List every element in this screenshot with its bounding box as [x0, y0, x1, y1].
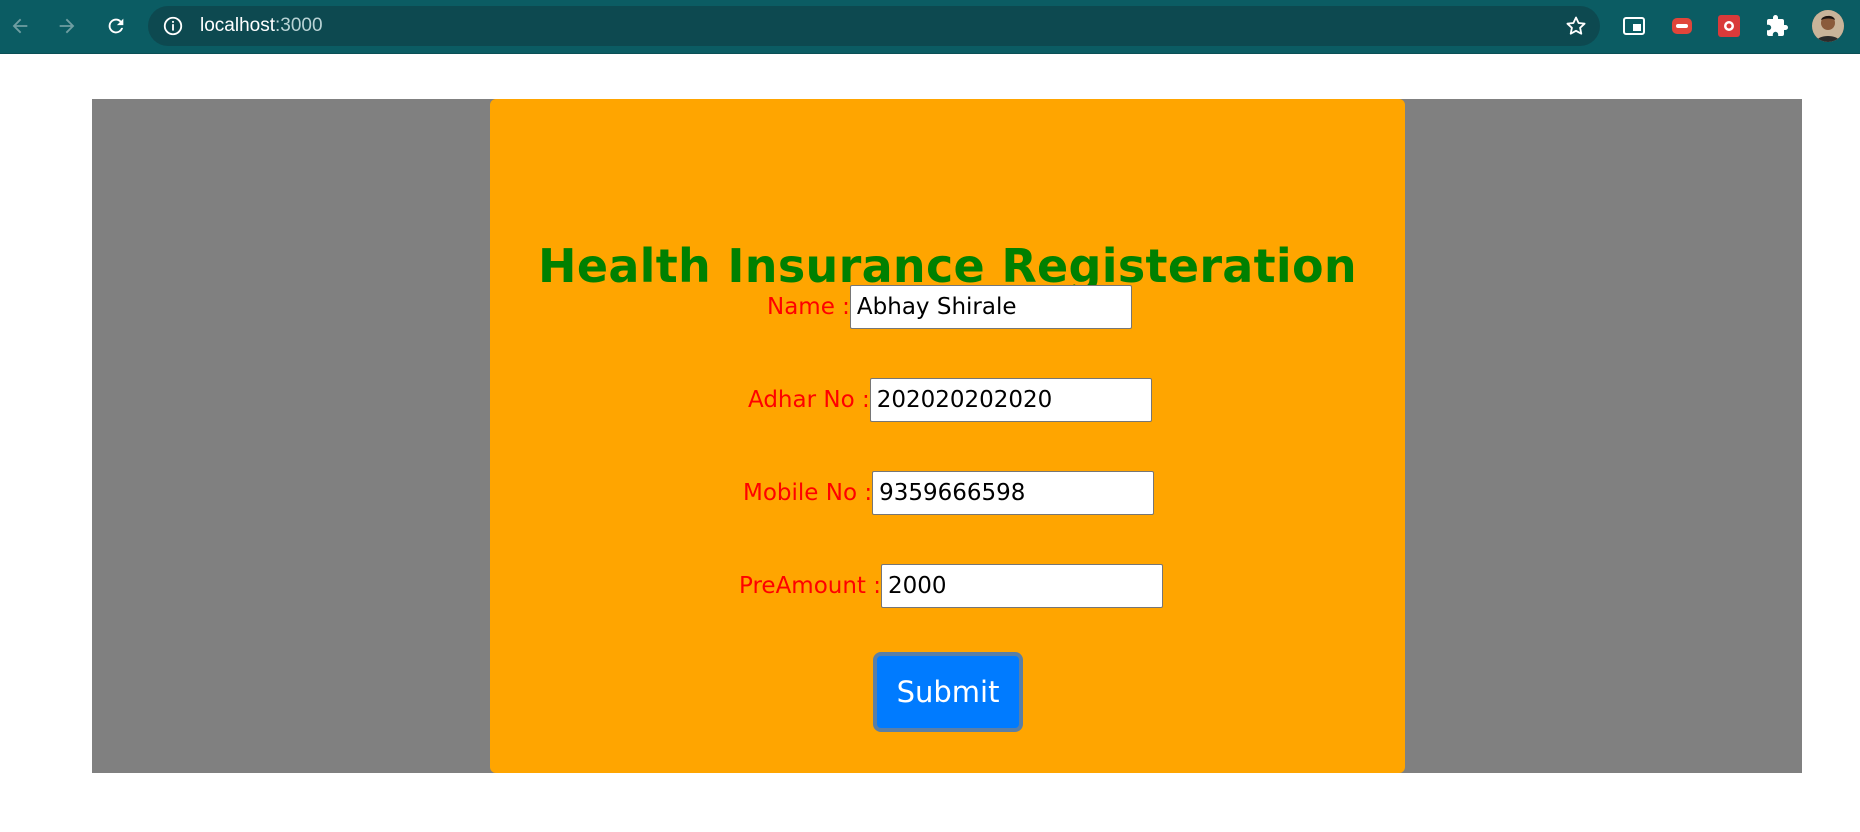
info-icon[interactable]	[162, 15, 184, 37]
reload-button[interactable]	[99, 9, 133, 43]
avatar-icon	[1812, 10, 1844, 42]
url-host: localhost	[200, 15, 275, 36]
submit-button[interactable]: Submit	[873, 652, 1023, 732]
profile-avatar[interactable]	[1812, 10, 1844, 42]
registration-card: Health Insurance Registeration Name : Ad…	[490, 99, 1405, 773]
mobile-row: Mobile No :	[743, 471, 1155, 515]
browser-toolbar: localhost:3000	[0, 0, 1860, 54]
preamount-field[interactable]	[881, 564, 1164, 608]
adhar-row: Adhar No :	[748, 378, 1152, 422]
extension-red-icon	[1672, 18, 1692, 34]
puzzle-icon	[1767, 15, 1788, 36]
back-arrow-icon	[12, 18, 28, 34]
side-panel-icon	[1623, 17, 1645, 35]
forward-button[interactable]	[50, 9, 84, 43]
forward-arrow-icon	[59, 18, 75, 34]
mobile-field[interactable]	[872, 471, 1155, 515]
reload-icon	[108, 18, 124, 34]
preamount-label: PreAmount :	[739, 573, 882, 599]
mobile-label: Mobile No :	[743, 480, 873, 506]
name-field[interactable]	[849, 285, 1132, 329]
back-button[interactable]	[3, 9, 37, 43]
extensions-button[interactable]	[1764, 13, 1790, 39]
url-text[interactable]: localhost:3000	[200, 6, 323, 46]
address-bar[interactable]: localhost:3000	[148, 6, 1600, 46]
side-panel-button[interactable]	[1621, 13, 1647, 39]
bookmark-star-icon[interactable]	[1564, 14, 1588, 38]
url-port: :3000	[275, 15, 323, 36]
extension-bug-icon	[1718, 15, 1740, 37]
name-row: Name :	[767, 285, 1132, 329]
preamount-row: PreAmount :	[739, 564, 1164, 608]
extension-button-2[interactable]	[1716, 13, 1742, 39]
adhar-field[interactable]	[869, 378, 1152, 422]
adhar-label: Adhar No :	[748, 387, 870, 413]
extension-button-1[interactable]	[1669, 13, 1695, 39]
name-label: Name :	[767, 294, 850, 320]
